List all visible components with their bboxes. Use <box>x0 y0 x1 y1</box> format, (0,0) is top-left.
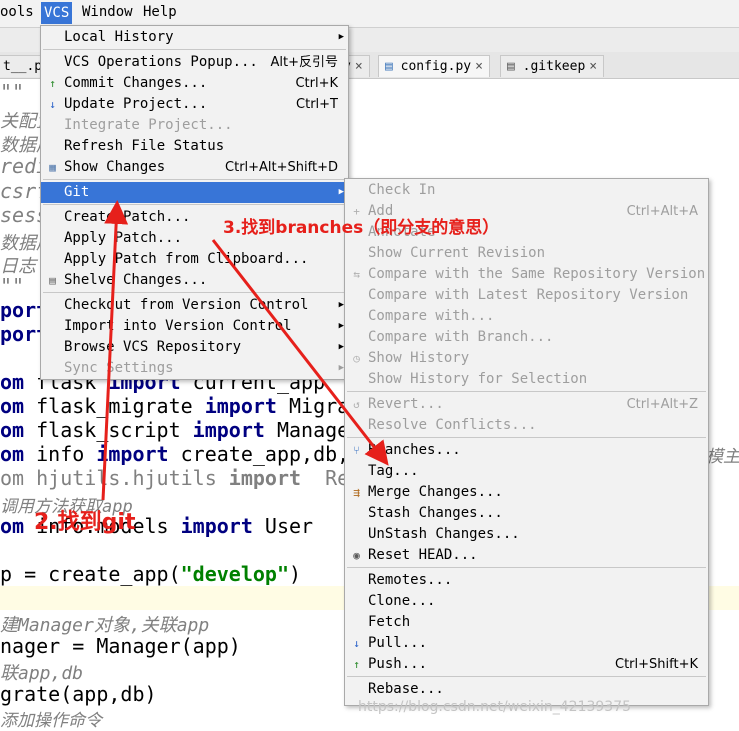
annotation-arrow-branches <box>211 239 389 466</box>
watermark: https://blog.csdn.net/weixin_42139375 <box>358 699 632 715</box>
annotation-arrow-git <box>101 200 129 501</box>
annotation-step3: 3.找到branches（即分支的意思） <box>223 218 500 238</box>
annotation-overlay <box>101 200 389 501</box>
annotation-step2: 2.找到git <box>34 510 136 535</box>
